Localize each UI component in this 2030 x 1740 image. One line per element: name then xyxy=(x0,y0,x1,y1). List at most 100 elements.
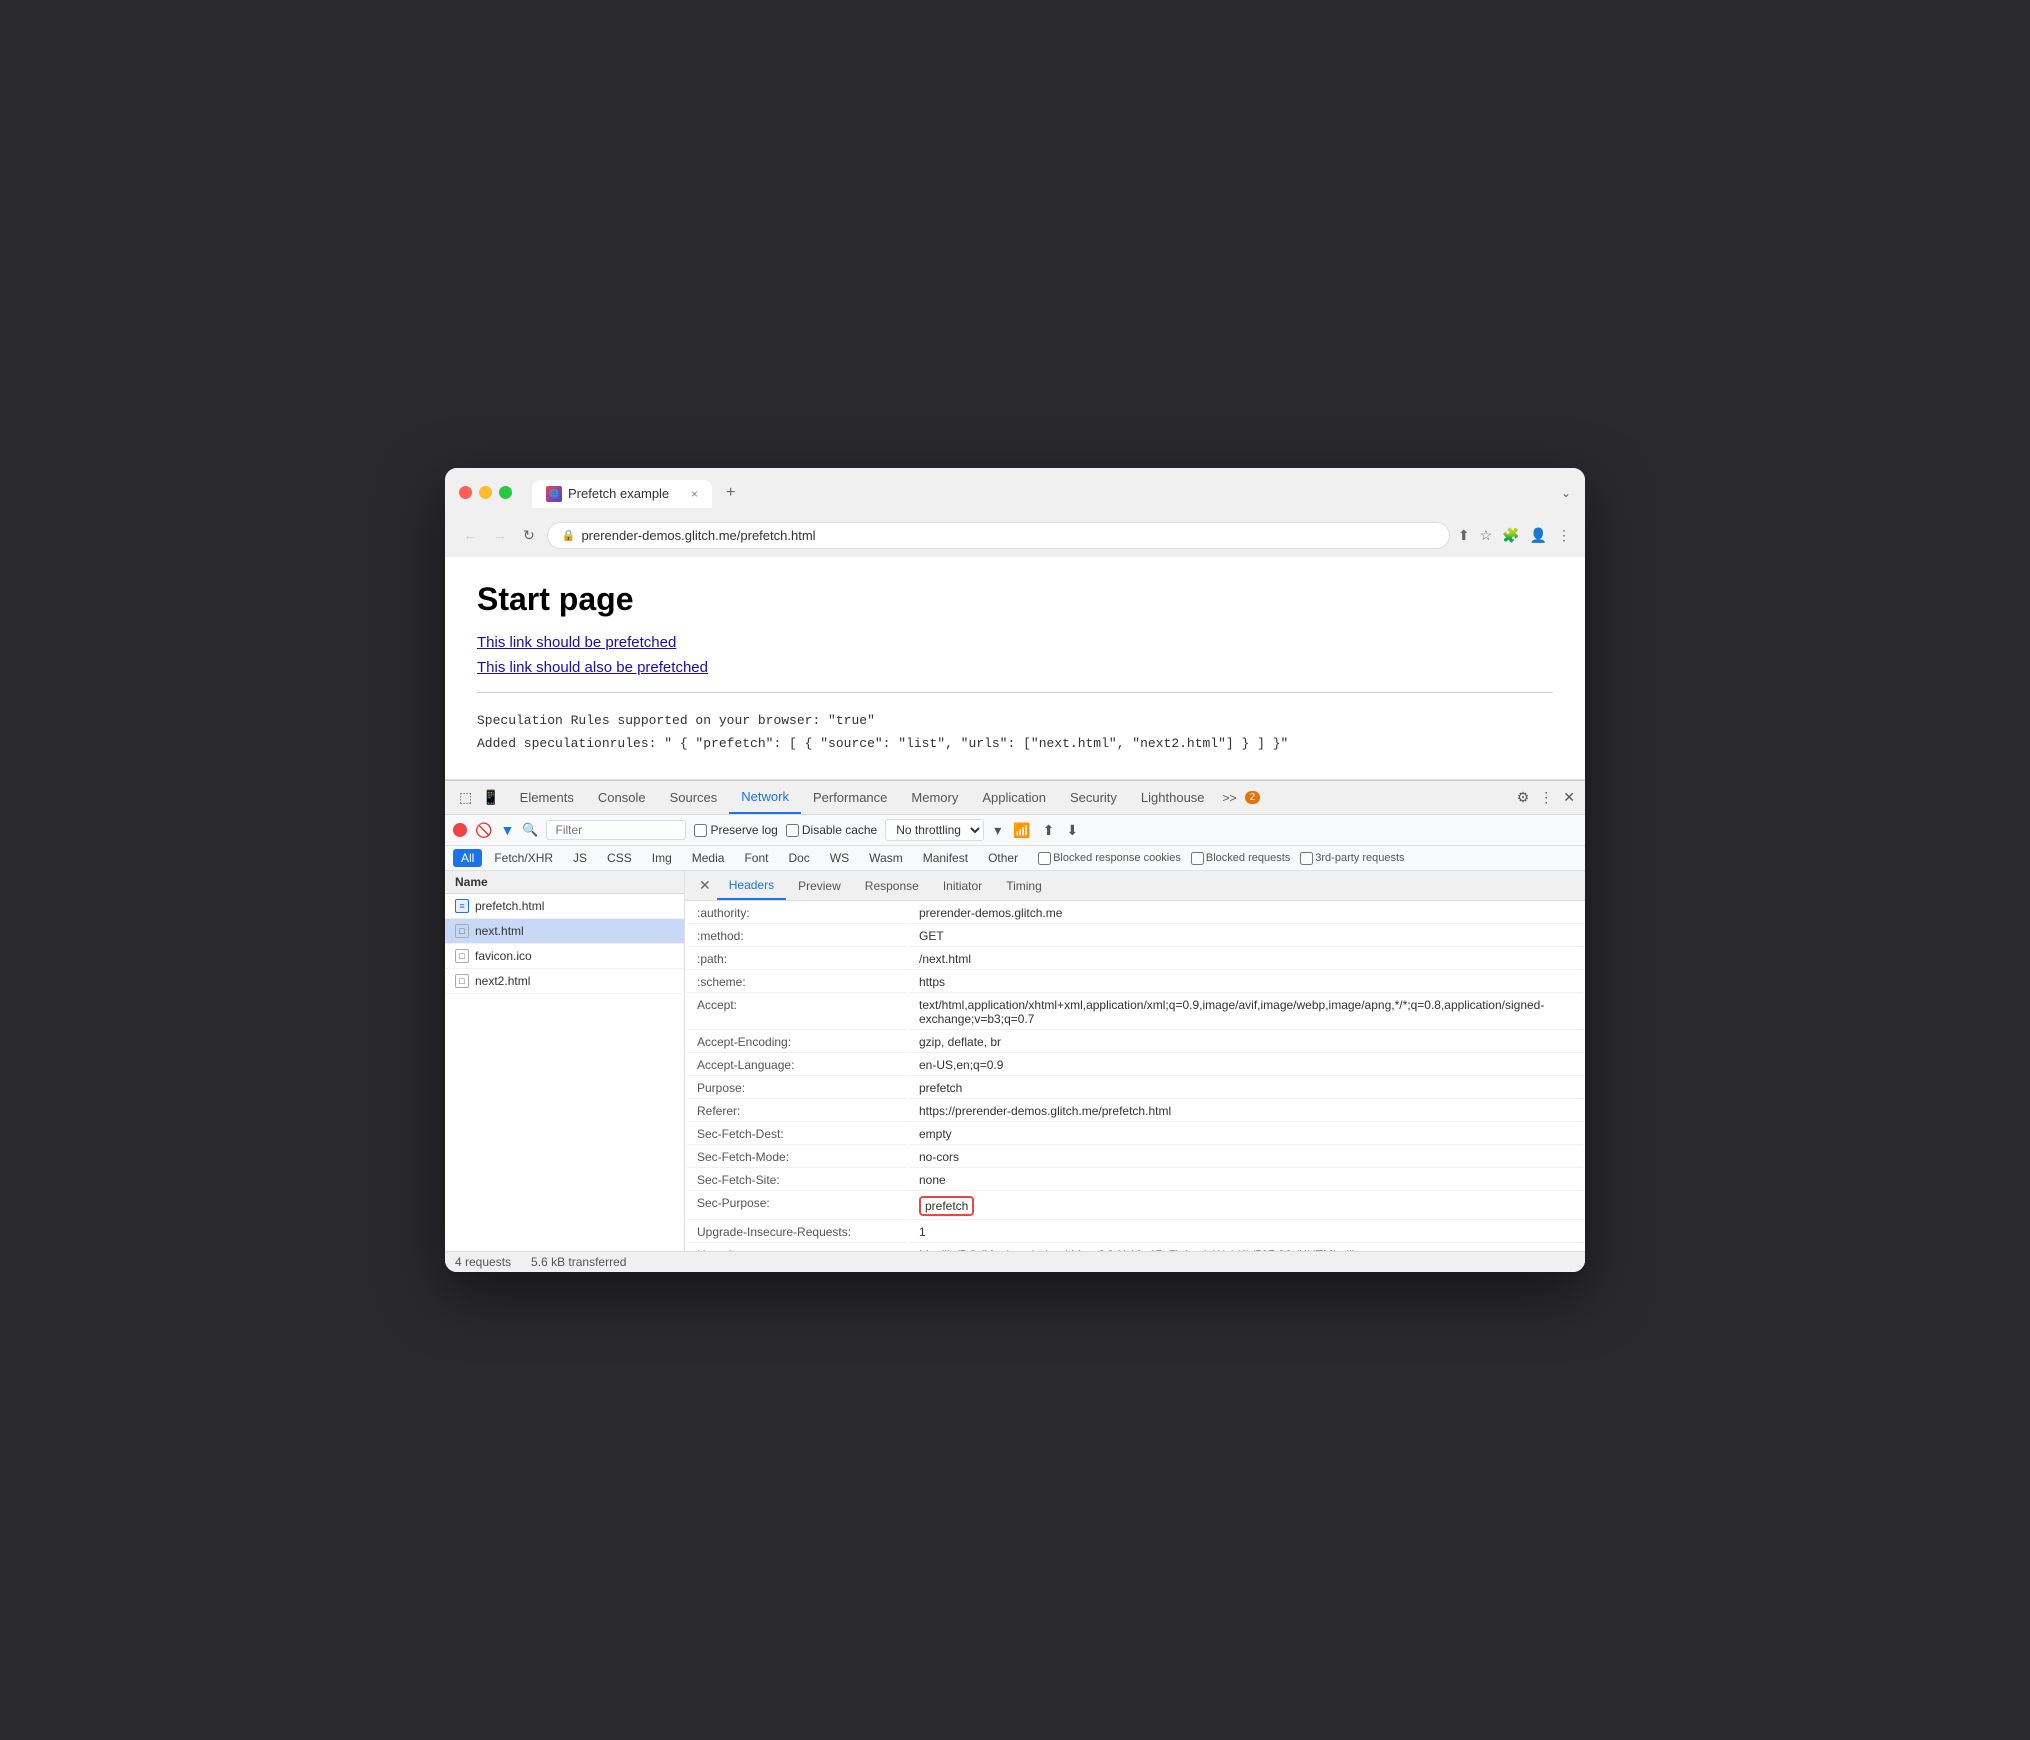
request-icon-doc: ≡ xyxy=(455,899,469,913)
menu-icon[interactable]: ⋮ xyxy=(1557,527,1571,544)
header-value: /next.html xyxy=(909,949,1583,970)
more-tabs-button[interactable]: >> xyxy=(1217,783,1243,813)
filter-icon[interactable]: ▼ xyxy=(500,822,514,838)
request-name-prefetch: prefetch.html xyxy=(475,899,544,913)
network-conditions-icon[interactable]: 📶 xyxy=(1011,820,1032,841)
header-name: Purpose: xyxy=(687,1078,907,1099)
type-font-button[interactable]: Font xyxy=(736,849,776,867)
header-value: GET xyxy=(909,926,1583,947)
header-name: Accept: xyxy=(687,995,907,1030)
bookmark-icon[interactable]: ☆ xyxy=(1480,527,1493,544)
headers-tab[interactable]: Headers xyxy=(717,872,786,900)
header-value: 1 xyxy=(909,1222,1583,1243)
maximize-window-button[interactable] xyxy=(499,486,512,499)
tab-favicon-icon: 🌐 xyxy=(546,486,562,502)
tab-security[interactable]: Security xyxy=(1058,782,1129,813)
third-party-checkbox[interactable]: 3rd-party requests xyxy=(1300,852,1404,865)
type-img-button[interactable]: Img xyxy=(644,849,680,867)
header-row: Accept:text/html,application/xhtml+xml,a… xyxy=(687,995,1583,1030)
header-name: Sec-Purpose: xyxy=(687,1193,907,1220)
type-media-button[interactable]: Media xyxy=(684,849,733,867)
disable-cache-checkbox[interactable]: Disable cache xyxy=(786,823,877,837)
address-input[interactable]: 🔒 prerender-demos.glitch.me/prefetch.htm… xyxy=(547,522,1450,549)
header-row: Upgrade-Insecure-Requests:1 xyxy=(687,1222,1583,1243)
blocked-requests-checkbox[interactable]: Blocked requests xyxy=(1191,852,1290,865)
header-value: prefetch xyxy=(909,1193,1583,1220)
url-text: prerender-demos.glitch.me/prefetch.html xyxy=(581,528,815,543)
active-tab[interactable]: 🌐 Prefetch example × xyxy=(532,480,712,508)
header-value: no-cors xyxy=(909,1147,1583,1168)
tab-performance[interactable]: Performance xyxy=(801,782,899,813)
request-item-next2[interactable]: □ next2.html xyxy=(445,969,684,994)
tab-close-button[interactable]: × xyxy=(691,487,698,501)
extensions-icon[interactable]: 🧩 xyxy=(1502,527,1519,544)
back-button[interactable]: ← xyxy=(459,525,481,545)
prefetch-link-1[interactable]: This link should be prefetched xyxy=(477,634,1553,651)
close-headers-button[interactable]: ✕ xyxy=(693,871,717,900)
refresh-button[interactable]: ↻ xyxy=(519,525,539,546)
header-row: :method:GET xyxy=(687,926,1583,947)
profile-icon[interactable]: 👤 xyxy=(1530,527,1547,544)
tab-elements[interactable]: Elements xyxy=(508,782,586,813)
device-toolbar-icon[interactable]: 📱 xyxy=(480,787,501,808)
close-window-button[interactable] xyxy=(459,486,472,499)
response-tab[interactable]: Response xyxy=(853,873,931,899)
request-item-prefetch[interactable]: ≡ prefetch.html xyxy=(445,894,684,919)
address-bar: ← → ↻ 🔒 prerender-demos.glitch.me/prefet… xyxy=(445,516,1585,557)
new-tab-button[interactable]: + xyxy=(716,478,745,508)
type-other-button[interactable]: Other xyxy=(980,849,1026,867)
issues-badge: 2 xyxy=(1245,791,1261,804)
title-bar: 🌐 Prefetch example × + ⌄ xyxy=(445,468,1585,516)
type-manifest-button[interactable]: Manifest xyxy=(915,849,976,867)
forward-button[interactable]: → xyxy=(489,525,511,545)
headers-tabs: ✕ Headers Preview Response Initiator Tim… xyxy=(685,871,1585,901)
tab-title: Prefetch example xyxy=(568,486,669,501)
filter-input[interactable] xyxy=(546,820,686,840)
share-icon[interactable]: ⬆ xyxy=(1458,527,1470,544)
tab-lighthouse[interactable]: Lighthouse xyxy=(1129,782,1217,813)
settings-icon[interactable]: ⚙ xyxy=(1515,787,1532,808)
initiator-tab[interactable]: Initiator xyxy=(931,873,994,899)
record-button[interactable] xyxy=(453,823,467,837)
page-content: Start page This link should be prefetche… xyxy=(445,557,1585,781)
type-fetch-xhr-button[interactable]: Fetch/XHR xyxy=(486,849,561,867)
type-css-button[interactable]: CSS xyxy=(599,849,640,867)
import-icon[interactable]: ⬆ xyxy=(1041,820,1057,841)
inspect-element-icon[interactable]: ⬚ xyxy=(457,787,474,808)
devtools-panel: ⬚ 📱 Elements Console Sources Network Per… xyxy=(445,780,1585,1272)
type-wasm-button[interactable]: Wasm xyxy=(861,849,911,867)
type-js-button[interactable]: JS xyxy=(565,849,595,867)
throttle-dropdown-icon[interactable]: ▾ xyxy=(992,820,1003,841)
preview-tab[interactable]: Preview xyxy=(786,873,853,899)
request-list-header: Name xyxy=(445,871,684,894)
tab-console[interactable]: Console xyxy=(586,782,658,813)
devtools-tabs: Elements Console Sources Network Perform… xyxy=(508,781,1513,814)
tab-application[interactable]: Application xyxy=(970,782,1058,813)
type-all-button[interactable]: All xyxy=(453,849,482,867)
request-item-next[interactable]: □ next.html xyxy=(445,919,684,944)
type-ws-button[interactable]: WS xyxy=(822,849,857,867)
speculation-rules-text-2: Added speculationrules: " { "prefetch": … xyxy=(477,732,1553,755)
tab-network[interactable]: Network xyxy=(729,781,801,814)
preserve-log-checkbox[interactable]: Preserve log xyxy=(694,823,777,837)
tab-memory[interactable]: Memory xyxy=(899,782,970,813)
header-name: User-Agent: xyxy=(687,1245,907,1251)
close-devtools-icon[interactable]: ✕ xyxy=(1561,787,1577,808)
request-item-favicon[interactable]: □ favicon.ico xyxy=(445,944,684,969)
type-doc-button[interactable]: Doc xyxy=(780,849,817,867)
export-icon[interactable]: ⬇ xyxy=(1064,820,1080,841)
type-filter-bar: All Fetch/XHR JS CSS Img Media Font Doc … xyxy=(445,846,1585,871)
header-row: :scheme:https xyxy=(687,972,1583,993)
blocked-cookies-checkbox[interactable]: Blocked response cookies xyxy=(1038,852,1181,865)
tab-dropdown-button[interactable]: ⌄ xyxy=(1561,486,1571,500)
throttle-select[interactable]: No throttling xyxy=(885,819,984,841)
customize-icon[interactable]: ⋮ xyxy=(1537,787,1555,808)
header-value: https xyxy=(909,972,1583,993)
search-icon[interactable]: 🔍 xyxy=(522,822,538,838)
tab-sources[interactable]: Sources xyxy=(658,782,730,813)
clear-button[interactable]: 🚫 xyxy=(475,822,492,839)
prefetch-link-2[interactable]: This link should also be prefetched xyxy=(477,659,1553,676)
minimize-window-button[interactable] xyxy=(479,486,492,499)
timing-tab[interactable]: Timing xyxy=(994,873,1054,899)
header-value: en-US,en;q=0.9 xyxy=(909,1055,1583,1076)
